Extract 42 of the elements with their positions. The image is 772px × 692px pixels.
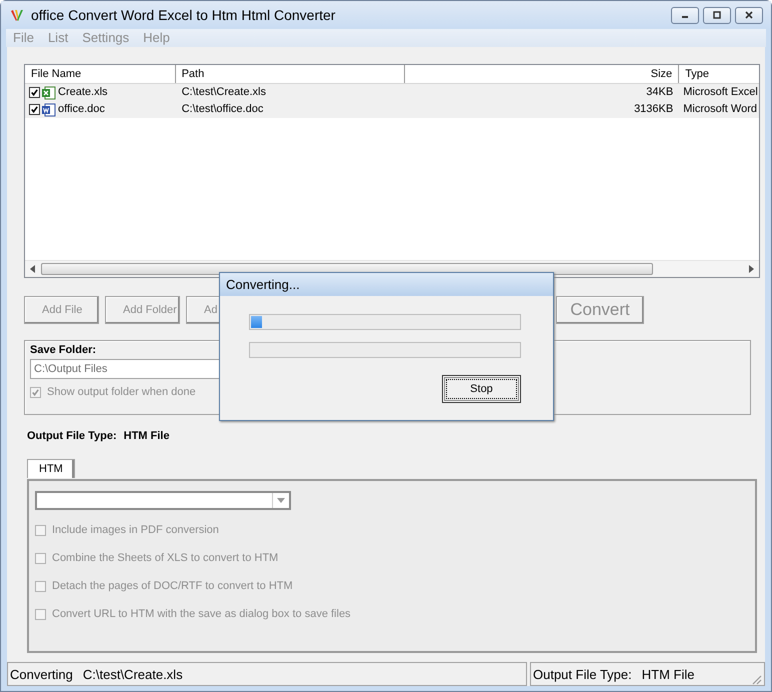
column-header[interactable]: File Name <box>25 65 176 83</box>
status-text: Converting <box>10 666 73 682</box>
checkbox-label: Combine the Sheets of XLS to convert to HTM <box>52 552 278 564</box>
status-file: C:\test\Create.xls <box>82 666 183 682</box>
close-button[interactable] <box>735 6 763 24</box>
column-header[interactable]: Path <box>176 65 405 83</box>
window-title: office Convert Word Excel to Htm Html Converter <box>31 7 336 23</box>
column-header[interactable]: Type <box>679 65 759 83</box>
checkbox-label: Show output folder when done <box>47 386 196 398</box>
file-name: office.doc <box>58 102 105 117</box>
maximize-button[interactable] <box>703 6 731 24</box>
file-name: Create.xls <box>58 85 108 100</box>
dropdown-arrow-icon <box>277 498 285 503</box>
table-cell-text: Microsoft Word <box>682 102 758 117</box>
checkbox-label: Convert URL to HTM with the save as dialog box to save files <box>52 608 351 620</box>
tab[interactable]: HTM <box>27 459 75 478</box>
scroll-left-icon[interactable] <box>30 265 36 273</box>
status-type-label: Output File Type: <box>533 666 632 682</box>
scroll-right-icon[interactable] <box>748 265 754 273</box>
status-type-value: HTM File <box>642 666 694 682</box>
minimize-button[interactable] <box>671 6 699 24</box>
close-icon <box>744 11 754 19</box>
checkbox[interactable] <box>29 87 40 98</box>
table-cell-text: C:\test\Create.xls <box>180 85 267 100</box>
table-cell-text: Microsoft Excel <box>682 85 759 100</box>
pencils-icon <box>9 7 25 23</box>
output-type-label: Output File Type: <box>27 430 117 442</box>
spreadsheet-file-icon <box>42 86 56 100</box>
table-cell-text: 34KB <box>645 85 674 100</box>
dialog-title: Converting... <box>226 277 300 292</box>
stop-button[interactable]: Stop <box>442 375 521 403</box>
maximize-icon <box>712 11 722 19</box>
checkbox-label: Include images in PDF conversion <box>52 524 219 536</box>
output-type-value: HTM File <box>124 430 170 442</box>
document-file-icon <box>42 102 56 116</box>
format-dropdown[interactable] <box>35 491 291 510</box>
checkbox[interactable] <box>29 104 40 115</box>
save-folder-label: Save Folder: <box>30 344 96 356</box>
checkbox-label: Detach the pages of DOC/RTF to convert to HTM <box>52 580 293 592</box>
table-cell-text: 3136KB <box>633 102 674 117</box>
column-header[interactable]: Size <box>404 65 680 83</box>
table-cell-text: C:\test\office.doc <box>180 102 264 117</box>
